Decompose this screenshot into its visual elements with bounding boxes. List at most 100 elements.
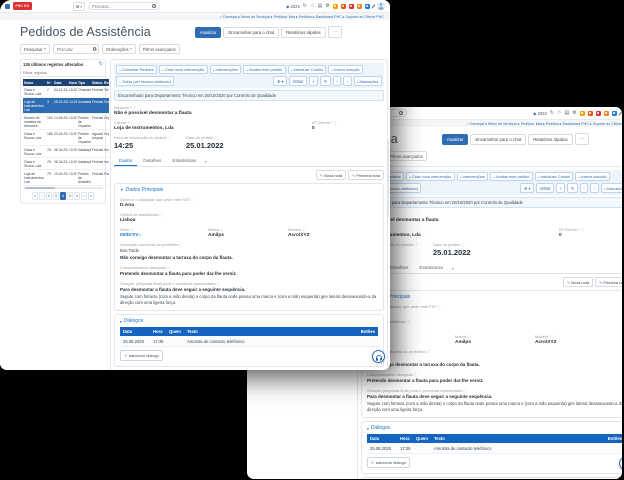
back-button[interactable]: Voltar [536,183,554,192]
user-avatar[interactable] [377,2,385,10]
update-button[interactable]: Atualizar [442,134,469,145]
refresh-list-icon[interactable]: ↻ [99,62,103,67]
update-button[interactable]: Atualizar [195,27,222,38]
table-row-selected[interactable]: Loja de Instrumentos, Lda325.01.202214:2… [23,98,109,114]
insert-solution-button[interactable]: Inserir solução [328,65,363,74]
global-search[interactable] [88,2,160,10]
page-first[interactable]: « [32,192,38,200]
refresh-icon[interactable]: ↻ [303,4,307,9]
edit-tools-icon[interactable] [371,4,375,9]
search-scope-select[interactable]: Pesquisar▾ [20,44,50,54]
next-record-button[interactable]: › [343,76,351,85]
table-row[interactable]: Clara e Sousa, Lda7606.04.202010:00Insta… [23,146,109,158]
add-menu-button[interactable]: ⊕ ▾ [273,76,287,85]
add-record-button[interactable]: + [556,183,565,192]
edit-tools-icon[interactable] [618,111,622,116]
anexos-section[interactable]: ▸Anexos [361,477,622,479]
records-filter-input[interactable] [23,71,103,75]
dados-principais-header[interactable]: ▼ Dados Principais [120,187,378,193]
app-shortcut-icon[interactable] [333,4,338,9]
add-dialog-button[interactable]: adicionar diálogo [367,457,410,468]
page-number-active[interactable]: 4 [60,192,66,200]
more-actions-button[interactable]: ⋯ [575,133,589,145]
app-shortcut-icon[interactable] [349,4,354,9]
sort-button[interactable]: Ordenações▾ [102,44,136,54]
table-row[interactable]: Loja de Instrumentos, Lda7910.04.202010:… [23,170,109,186]
list-search-input[interactable] [57,47,91,52]
page-number[interactable]: 5 [67,192,73,200]
search-icon[interactable] [152,4,156,8]
more-actions-button[interactable]: ⋯ [328,26,342,38]
vertical-scrollbar[interactable] [387,140,389,218]
table-row[interactable]: Clara e Sousa, Lda16523.04.202010:00Pedi… [23,130,109,146]
tab-dados[interactable]: Dados [114,156,137,167]
apps-menu-icon[interactable] [5,4,10,9]
prev-record-button[interactable]: ‹ [333,76,341,85]
new-intervention-button[interactable]: Criar nova intervenção [406,172,455,181]
dialogo-row[interactable]: 25.08.2025 17:35 Amostra de contacto tel… [120,336,378,347]
horizontal-scrollbar[interactable] [23,187,103,189]
grid-icon[interactable]: ▤ [317,4,322,9]
front-window[interactable]: PHC GO ⊞ ◆ 2022 ↻ ☆ ▤ ⚙ [0,0,390,370]
serie-value-link[interactable]: 00/DrSV [120,233,208,238]
page-next[interactable]: › [81,192,87,200]
breadcrumb[interactable]: ⌂ Começar ▸ Menu de Serviços ▸ Pedidos: … [220,15,384,19]
app-shortcut-icon[interactable] [588,111,593,116]
interventions-button[interactable]: Intervenções [210,65,242,74]
table-row[interactable]: Móveis de madeira de Abrantes16314.04.20… [23,114,109,130]
page-last[interactable]: » [88,192,94,200]
app-shortcut-icon[interactable] [580,111,585,116]
refresh-icon[interactable]: ↻ [550,111,554,116]
app-shortcut-icon[interactable] [341,4,346,9]
enter-costs-button[interactable]: Introduzir Custos [288,65,327,74]
table-row[interactable]: Clara e Sousa, Lda7806.04.202010:00Insta… [23,158,109,170]
star-icon[interactable]: ☆ [310,4,314,9]
chat-forward-button[interactable]: Encaminhar para o chat [223,27,279,38]
tab-detalhes[interactable]: Detalhes [138,156,166,167]
chat-forward-button[interactable]: Encaminhar para o chat [470,134,526,145]
tabs-overflow-icon[interactable]: ▾ [449,265,457,273]
page-number[interactable]: 2 [46,192,52,200]
advanced-filters-button[interactable]: Filtros avançados [139,44,180,54]
year-badge[interactable]: ◆ 2022 [286,4,300,9]
evaluate-request-button[interactable]: Avaliar este pedido [490,172,532,181]
app-shortcut-icon[interactable] [596,111,601,116]
tab-estatisticas[interactable]: Estatísticas [167,156,201,167]
appointments-button[interactable]: Marcações [601,183,622,192]
dados-principais-header[interactable]: ▼ Dados Principais [367,294,622,300]
advanced-filters-button[interactable]: Filtros avançados [386,151,427,161]
workspace-selector[interactable]: ⊞ [73,2,85,11]
appointments-button[interactable]: Marcações [354,76,382,85]
page-number[interactable]: 6 [74,192,80,200]
assigned-technician-button[interactable]: Todos (ver técnico atribuído) [116,76,174,85]
records-filter[interactable] [23,69,103,77]
search-icon[interactable] [399,111,403,115]
add-dialog-button[interactable]: adicionar diálogo [120,350,163,361]
app-shortcut-icon[interactable] [604,111,609,116]
dialogos-header[interactable]: ▾ Diálogos [120,318,378,324]
dialogos-header[interactable]: ▾ Diálogos [367,425,622,431]
app-shortcut-icon[interactable] [612,111,617,116]
first-note-button[interactable]: Primeira nota [595,277,622,287]
page-prev[interactable]: ‹ [39,192,45,200]
star-icon[interactable]: ☆ [557,111,561,116]
table-row[interactable]: Clara e Sousa, Lda704.01.202115:00Chamad… [23,86,109,98]
interventions-button[interactable]: Intervenções [457,172,489,181]
breadcrumb[interactable]: ⌂ Começar ▸ Menu de Serviços ▸ Pedidos: … [467,122,622,126]
first-note-button[interactable]: Primeira nota [348,170,384,180]
tabs-overflow-icon[interactable]: ▾ [202,158,210,166]
tab-estatisticas[interactable]: Estatísticas [414,263,448,274]
consult-requests-button[interactable]: Consultar Pedidos [116,65,157,74]
insert-solution-button[interactable]: Inserir solução [575,172,610,181]
new-note-button[interactable]: Nova nota [316,170,346,180]
edit-record-button[interactable]: ✎ [320,76,331,85]
gear-icon[interactable]: ⚙ [572,111,576,116]
page-number[interactable]: 3 [53,192,59,200]
add-record-button[interactable]: + [309,76,318,85]
next-record-button[interactable]: › [590,183,598,192]
grid-icon[interactable]: ▤ [564,111,569,116]
reports-button[interactable]: Relatórios rápidos [281,27,326,38]
evaluate-request-button[interactable]: Avaliar este pedido [243,65,285,74]
support-fab-button[interactable] [372,350,385,363]
new-note-button[interactable]: Nova nota [563,277,593,287]
